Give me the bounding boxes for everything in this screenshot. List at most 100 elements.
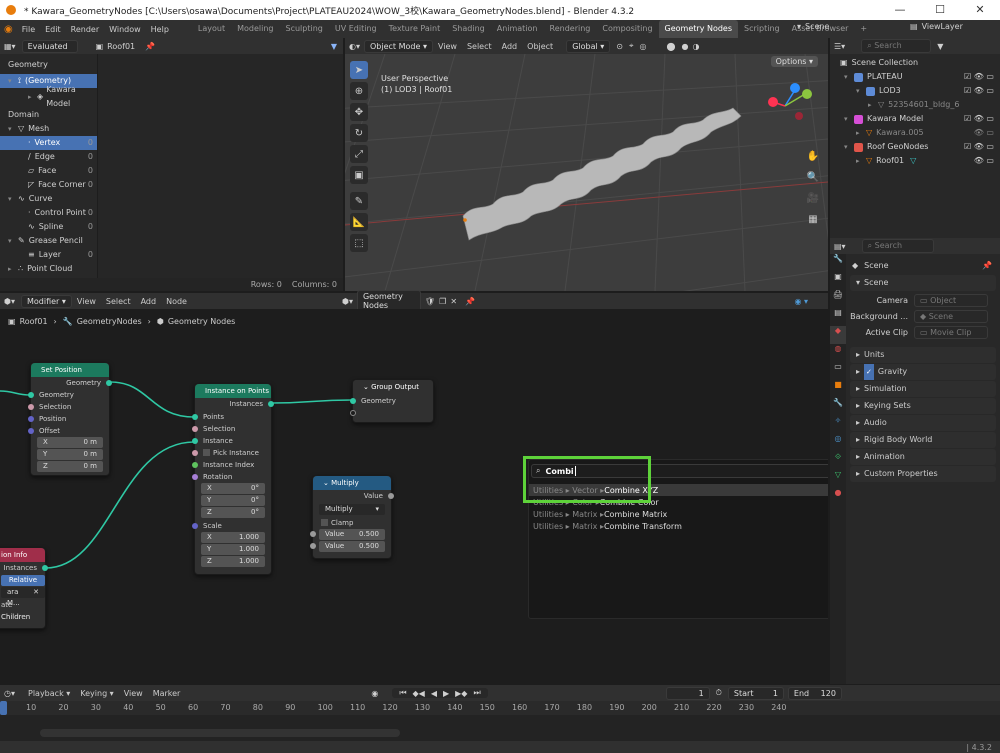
- section-rigid-body-world[interactable]: ▸ Rigid Body World: [850, 432, 996, 448]
- gravity-checkbox[interactable]: ✓: [864, 364, 874, 380]
- tab-modeling[interactable]: Modeling: [231, 20, 279, 38]
- node-menu-view[interactable]: View: [72, 297, 101, 306]
- offset-x-field[interactable]: X0 m: [37, 437, 103, 448]
- tab-scripting[interactable]: Scripting: [738, 20, 786, 38]
- output-tab-icon[interactable]: 🖨: [830, 290, 846, 308]
- play-icon[interactable]: ▶: [443, 689, 449, 698]
- node-pin-icon[interactable]: 📌: [465, 297, 475, 306]
- timeline-menu-playback[interactable]: Playback ▾: [23, 689, 75, 698]
- section-animation[interactable]: ▸ Animation: [850, 449, 996, 465]
- node-menu-select[interactable]: Select: [101, 297, 136, 306]
- output-socket[interactable]: [106, 380, 112, 386]
- menu-render[interactable]: Render: [66, 25, 104, 34]
- rotation-z-field[interactable]: Z 0°: [201, 507, 265, 518]
- particles-tab-icon[interactable]: ✧: [830, 416, 846, 434]
- navigation-gizmo[interactable]: [763, 80, 813, 130]
- camera-view-icon[interactable]: 🎥: [804, 189, 822, 207]
- properties-editor-icon[interactable]: ▤▾: [834, 242, 846, 251]
- input-socket[interactable]: [192, 450, 198, 456]
- background-scene-field[interactable]: ◆ Scene: [914, 309, 988, 323]
- tab-compositing[interactable]: Compositing: [596, 20, 658, 38]
- viewlayer-field[interactable]: ViewLayer: [922, 22, 963, 31]
- model-item[interactable]: ▸ ◈ Kawara Model: [0, 85, 97, 108]
- node-set-position[interactable]: Set Position Geometry Geometry Selection…: [28, 362, 112, 476]
- menu-edit[interactable]: Edit: [40, 25, 66, 34]
- play-reverse-icon[interactable]: ◀: [431, 689, 437, 698]
- viewlayer-selector[interactable]: ▤ ViewLayer: [910, 22, 963, 31]
- point-cloud-group[interactable]: ▸ ∴ Point Cloud: [0, 262, 97, 276]
- tab-shading[interactable]: Shading: [446, 20, 491, 38]
- overlay-toggle-icon[interactable]: ◉ ▾: [794, 297, 808, 306]
- section-scene[interactable]: ▾ Scene: [850, 275, 996, 291]
- constraints-tab-icon[interactable]: ⟐: [830, 452, 846, 470]
- rotation-x-field[interactable]: X 0°: [201, 483, 265, 494]
- domain-face-corner[interactable]: ◸ Face Corner 0: [0, 178, 97, 192]
- input-socket[interactable]: [28, 392, 34, 398]
- visibility-icons[interactable]: ☑ 👁 ▭: [964, 140, 994, 154]
- camera-field[interactable]: ▭ Object: [914, 293, 988, 307]
- timeline-ruler[interactable]: 10 20 30 40 50 60 70 80 90 100 110 120 130 140 150 160 1…: [0, 701, 1000, 715]
- scale-z-field[interactable]: Z 1.000: [201, 556, 265, 567]
- measure-tool-icon[interactable]: 📐: [350, 213, 368, 231]
- input-socket[interactable]: [310, 531, 316, 537]
- start-frame-field[interactable]: Start 1: [727, 686, 784, 700]
- timeline-menu-view[interactable]: View: [119, 689, 148, 698]
- options-dropdown[interactable]: Options ▾: [770, 56, 818, 67]
- cursor-tool-icon[interactable]: ⊕: [350, 82, 368, 100]
- fake-user-icon[interactable]: 🛡: [425, 297, 435, 306]
- jump-start-icon[interactable]: ⏮: [399, 688, 406, 698]
- shading-solid-icon[interactable]: ●: [681, 42, 688, 51]
- domain-layer[interactable]: ≡ Layer 0: [0, 248, 97, 262]
- tab-sculpting[interactable]: Sculpting: [280, 20, 329, 38]
- jump-end-icon[interactable]: ⏭: [473, 688, 480, 698]
- section-units[interactable]: ▸ Units: [850, 347, 996, 363]
- offset-y-field[interactable]: Y0 m: [37, 449, 103, 460]
- section-gravity[interactable]: ▸ ✓ Gravity: [850, 364, 996, 380]
- scale-tool-icon[interactable]: ⤢: [350, 145, 368, 163]
- timeline-scrollbar[interactable]: [40, 729, 400, 737]
- outliner-filter-icon[interactable]: ▼: [937, 42, 943, 51]
- minimize-icon[interactable]: —: [880, 0, 920, 20]
- timeline-menu-keying[interactable]: Keying ▾: [75, 689, 118, 698]
- world-tab-icon[interactable]: ◍: [830, 344, 846, 362]
- move-tool-icon[interactable]: ✥: [350, 103, 368, 121]
- domain-vertex[interactable]: · Vertex 0: [0, 136, 97, 150]
- ortho-grid-icon[interactable]: ▦: [804, 210, 822, 228]
- pin-icon[interactable]: 📌: [145, 42, 155, 51]
- pin-icon[interactable]: 📌: [982, 261, 992, 270]
- modifier-tab-icon[interactable]: 🔧: [830, 398, 846, 416]
- curve-group[interactable]: ▾ ∿ Curve: [0, 192, 97, 206]
- properties-search[interactable]: ⌕ Search: [861, 239, 934, 253]
- physics-tab-icon[interactable]: ◎: [830, 434, 846, 452]
- record-icon[interactable]: ◉: [371, 689, 378, 698]
- render-tab-icon[interactable]: ▣: [830, 272, 846, 290]
- input-socket[interactable]: [28, 428, 34, 434]
- input-socket[interactable]: [192, 426, 198, 432]
- playhead[interactable]: [0, 701, 7, 715]
- object-field[interactable]: ara M... ✕: [1, 587, 45, 607]
- separate-children-checkbox[interactable]: ate Children: [0, 599, 45, 621]
- output-socket[interactable]: [388, 493, 394, 499]
- material-tab-icon[interactable]: ●: [830, 488, 846, 506]
- domain-control-point[interactable]: · Control Point 0: [0, 206, 97, 220]
- scene-field[interactable]: Scene: [805, 22, 829, 31]
- value-1-field[interactable]: Value 0.500: [310, 529, 385, 540]
- annotate-tool-icon[interactable]: ✎: [350, 192, 368, 210]
- menu-object[interactable]: Object: [522, 42, 558, 51]
- tab-rendering[interactable]: Rendering: [544, 20, 597, 38]
- unlink-icon[interactable]: ✕: [450, 297, 457, 306]
- tab-geometry-nodes[interactable]: Geometry Nodes: [658, 20, 739, 38]
- search-result-combine-matrix[interactable]: Utilities ▸ Matrix ▸ Combine Matrix: [529, 508, 828, 520]
- tool-tab-icon[interactable]: 🔧: [830, 254, 846, 272]
- mesh-group[interactable]: ▾ ▽ Mesh: [0, 122, 97, 136]
- timeline-area[interactable]: 10 20 30 40 50 60 70 80 90 100 110 120 130 140 150 160 1…: [0, 701, 1000, 741]
- pick-instance-checkbox[interactable]: Pick Instance: [192, 447, 271, 459]
- menu-window[interactable]: Window: [104, 25, 146, 34]
- visibility-icons[interactable]: ☑ 👁 ▭: [964, 70, 994, 84]
- pivot-icon[interactable]: ⊙: [616, 42, 623, 51]
- overlay-icon[interactable]: ⬤: [667, 42, 676, 51]
- input-socket[interactable]: [192, 523, 198, 529]
- domain-spline[interactable]: ∿ Spline 0: [0, 220, 97, 234]
- blender-menu-icon[interactable]: ◉: [4, 24, 13, 35]
- domain-face[interactable]: ▱ Face 0: [0, 164, 97, 178]
